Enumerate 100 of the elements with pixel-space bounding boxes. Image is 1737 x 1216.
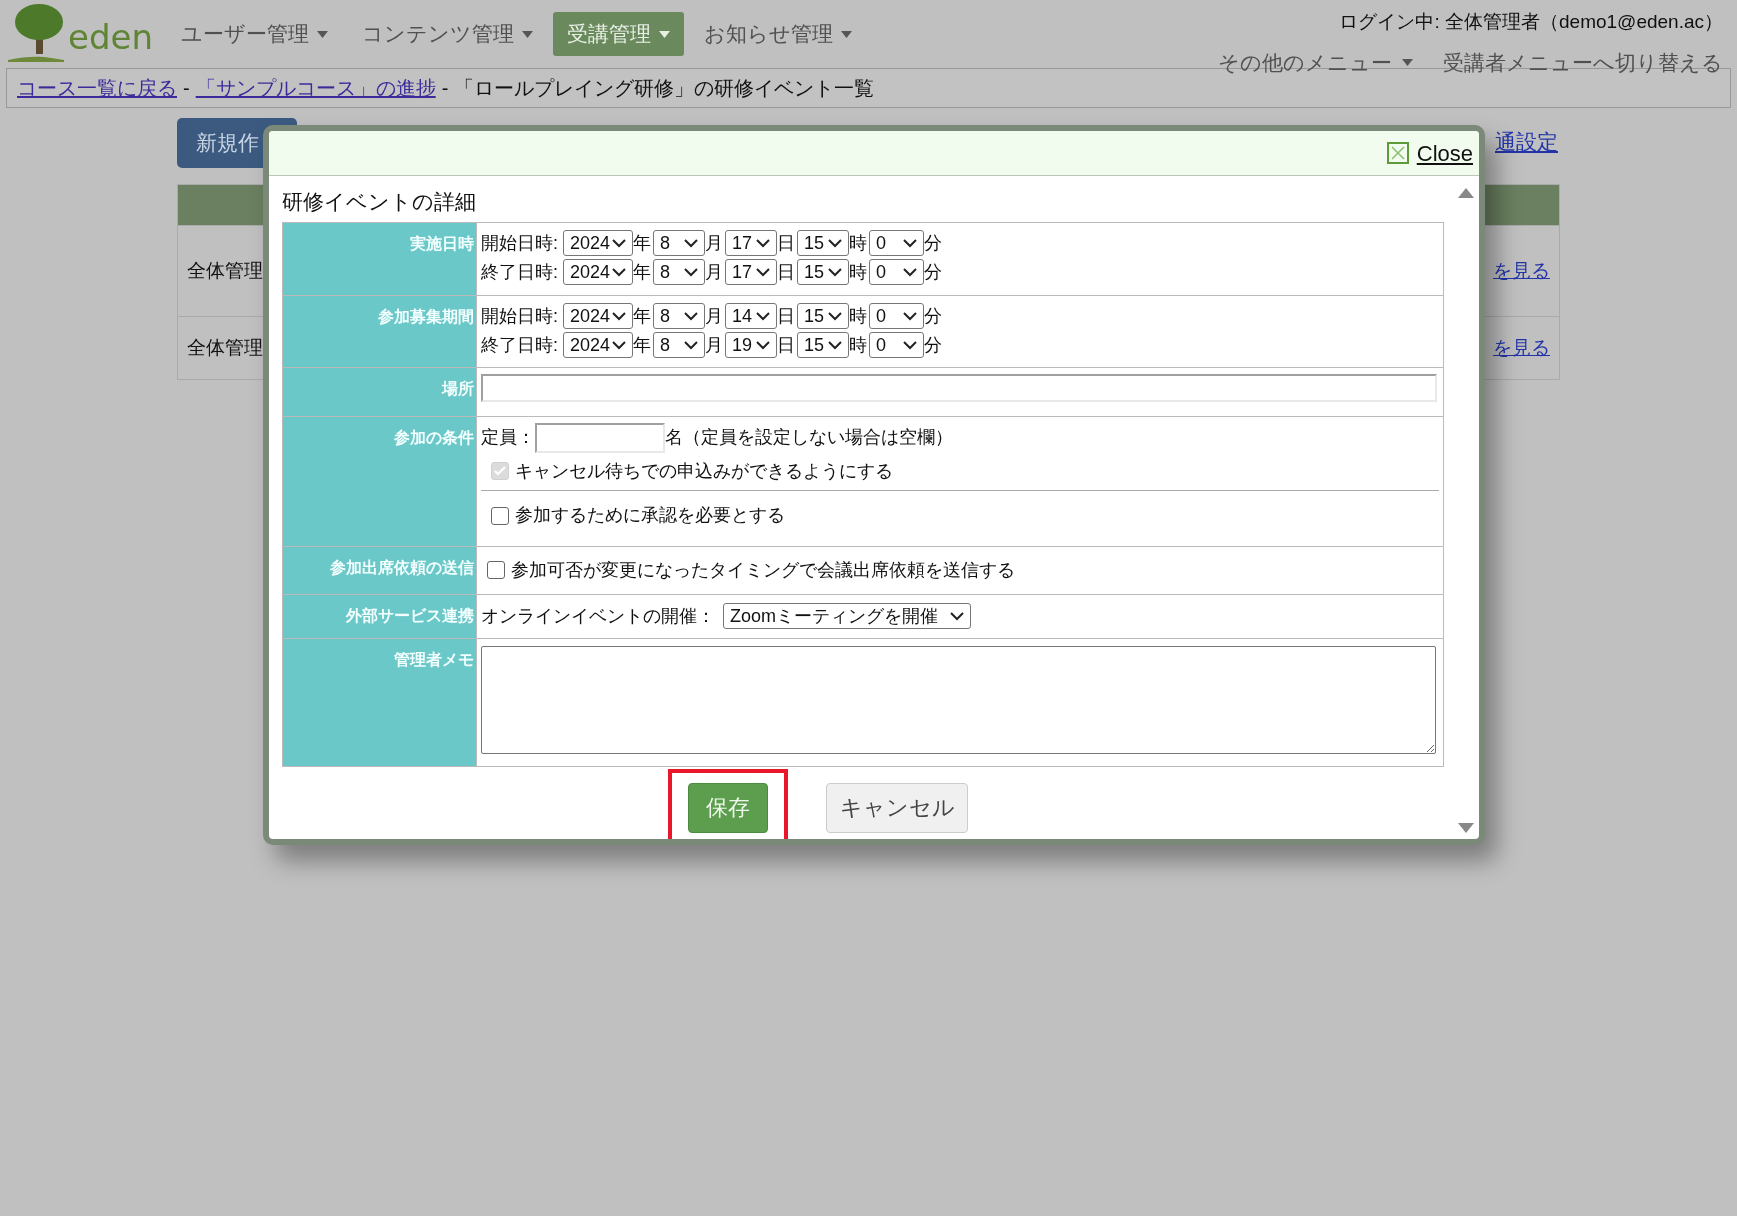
row-label: 外部サービス連携 bbox=[346, 605, 474, 626]
view-link[interactable]: を見る bbox=[1493, 256, 1550, 286]
select-field[interactable]: 15 bbox=[797, 230, 849, 256]
field-label: 終了日時: bbox=[481, 333, 558, 357]
select-field[interactable]: 19 bbox=[725, 332, 777, 358]
select-field[interactable]: 8 bbox=[653, 332, 705, 358]
chevron-down-icon bbox=[684, 311, 698, 321]
view-link[interactable]: を見る bbox=[1493, 333, 1550, 363]
settings-link[interactable]: 通設定 bbox=[1495, 126, 1558, 168]
row-label: 参加の条件 bbox=[394, 427, 474, 448]
unit-label: 分 bbox=[924, 333, 942, 357]
unit-label: 日 bbox=[777, 231, 795, 255]
select-field[interactable]: 8 bbox=[653, 303, 705, 329]
nav-menu[interactable]: コンテンツ管理 bbox=[348, 12, 547, 56]
chevron-down-icon bbox=[612, 267, 626, 277]
caret-icon bbox=[522, 30, 533, 38]
chevron-down-icon bbox=[950, 611, 964, 621]
unit-label: 年 bbox=[633, 333, 651, 357]
online-event-label: オンラインイベントの開催： bbox=[481, 604, 715, 628]
caret-icon bbox=[841, 30, 852, 38]
table-cell-text: 全体管理 bbox=[187, 258, 263, 283]
caret-icon bbox=[317, 30, 328, 38]
chevron-down-icon bbox=[828, 340, 842, 350]
logo-text: eden bbox=[68, 20, 153, 54]
select-field[interactable]: 2024 bbox=[563, 303, 633, 329]
login-status: ログイン中: 全体管理者（demo1@eden.ac） bbox=[1339, 10, 1723, 34]
unit-label: 月 bbox=[705, 231, 723, 255]
select-field[interactable]: 2024 bbox=[563, 332, 633, 358]
unit-label: 時 bbox=[849, 304, 867, 328]
close-icon[interactable] bbox=[1386, 142, 1409, 164]
select-field[interactable]: 14 bbox=[725, 303, 777, 329]
unit-label: 時 bbox=[849, 333, 867, 357]
field-label: 開始日時: bbox=[481, 304, 558, 328]
select-field[interactable]: Zoomミーティングを開催 bbox=[723, 603, 971, 629]
checkbox-label: キャンセル待ちでの申込みができるようにする bbox=[515, 459, 893, 483]
chevron-down-icon bbox=[612, 311, 626, 321]
chevron-down-icon bbox=[903, 238, 917, 248]
select-field[interactable]: 15 bbox=[797, 332, 849, 358]
unit-label: 分 bbox=[924, 260, 942, 284]
unit-label: 日 bbox=[777, 260, 795, 284]
select-field[interactable]: 15 bbox=[797, 303, 849, 329]
select-field[interactable]: 15 bbox=[797, 259, 849, 285]
unit-label: 月 bbox=[705, 333, 723, 357]
breadcrumb-link[interactable]: 「サンプルコース」の進捗 bbox=[195, 73, 436, 103]
breadcrumb-text: 「ロールプレイング研修」の研修イベント一覧 bbox=[454, 76, 875, 101]
breadcrumb-text: - bbox=[441, 76, 449, 101]
unit-label: 分 bbox=[924, 231, 942, 255]
unit-label: 時 bbox=[849, 260, 867, 284]
select-field[interactable]: 2024 bbox=[563, 259, 633, 285]
unit-label: 日 bbox=[777, 304, 795, 328]
checkbox-label: 参加可否が変更になったタイミングで会議出席依頼を送信する bbox=[511, 558, 1015, 582]
select-field[interactable]: 8 bbox=[653, 230, 705, 256]
scroll-up-icon[interactable] bbox=[1458, 188, 1474, 198]
select-field[interactable]: 8 bbox=[653, 259, 705, 285]
unit-label: 月 bbox=[705, 304, 723, 328]
section-heading: 研修イベントの詳細 bbox=[282, 189, 476, 215]
capacity-field[interactable] bbox=[535, 422, 665, 453]
tree-logo-icon bbox=[6, 2, 66, 62]
row-label: 場所 bbox=[442, 378, 474, 399]
scroll-down-icon[interactable] bbox=[1458, 822, 1474, 833]
checkbox-label: 参加するために承認を必要とする bbox=[515, 504, 785, 527]
chevron-down-icon bbox=[612, 238, 626, 248]
select-field[interactable]: 17 bbox=[725, 230, 777, 256]
select-field[interactable]: 0 bbox=[869, 259, 924, 285]
unit-label: 年 bbox=[633, 231, 651, 255]
chevron-down-icon bbox=[903, 267, 917, 277]
select-field[interactable]: 17 bbox=[725, 259, 777, 285]
chevron-down-icon bbox=[756, 267, 770, 277]
checkmark-icon bbox=[493, 464, 507, 478]
checkbox[interactable] bbox=[491, 506, 509, 525]
unit-label: 分 bbox=[924, 304, 942, 328]
cancel-button[interactable]: キャンセル bbox=[826, 782, 968, 833]
select-field[interactable]: 0 bbox=[869, 230, 924, 256]
chevron-down-icon bbox=[756, 238, 770, 248]
caret-icon bbox=[659, 30, 670, 38]
caret-icon bbox=[1402, 58, 1413, 66]
nav-menu[interactable]: お知らせ管理 bbox=[690, 12, 866, 56]
capacity-note: 名（定員を設定しない場合は空欄） bbox=[665, 426, 953, 449]
field-label: 終了日時: bbox=[481, 260, 558, 284]
unit-label: 年 bbox=[633, 304, 651, 328]
row-label: 参加出席依頼の送信 bbox=[330, 557, 474, 578]
row-label: 管理者メモ bbox=[394, 649, 474, 670]
chevron-down-icon bbox=[684, 238, 698, 248]
chevron-down-icon bbox=[828, 267, 842, 277]
select-field[interactable]: 2024 bbox=[563, 230, 633, 256]
unit-label: 時 bbox=[849, 231, 867, 255]
close-link[interactable]: Close bbox=[1416, 136, 1473, 170]
select-field[interactable]: 0 bbox=[869, 332, 924, 358]
chevron-down-icon bbox=[612, 340, 626, 350]
chevron-down-icon bbox=[684, 267, 698, 277]
select-field[interactable]: 0 bbox=[869, 303, 924, 329]
other-menu[interactable]: その他のメニュー bbox=[1218, 46, 1413, 78]
unit-label: 年 bbox=[633, 260, 651, 284]
memo-field[interactable] bbox=[481, 645, 1436, 754]
chevron-down-icon bbox=[756, 340, 770, 350]
breadcrumb-link[interactable]: コース一覧に戻る bbox=[17, 73, 177, 103]
location-field[interactable] bbox=[481, 373, 1437, 402]
checkbox[interactable] bbox=[487, 561, 505, 579]
nav-menu[interactable]: ユーザー管理 bbox=[167, 12, 342, 56]
switch-menu-link[interactable]: 受講者メニューへ切り替える bbox=[1443, 46, 1723, 78]
